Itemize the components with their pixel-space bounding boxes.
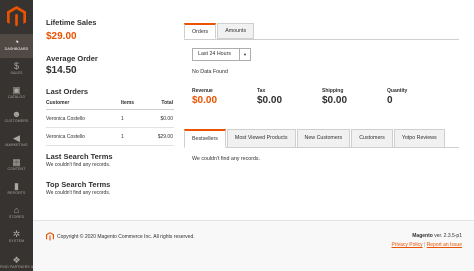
table-row[interactable]: Veronica Costello 1 $29.00 [46,127,174,146]
sidebar-item-marketing[interactable]: ◀ MARKETING [0,130,33,154]
order-items: 1 [121,127,151,146]
grid-empty-text: We couldn't find any records. [192,156,261,162]
order-customer: Veronica Costello [46,109,121,128]
lifetime-sales-label: Lifetime Sales [46,18,97,27]
tab-amounts[interactable]: Amounts [217,23,255,39]
metric-shipping: Shipping $0.00 [322,88,347,106]
tab-yotpo-reviews[interactable]: Yotpo Reviews [393,129,445,148]
last-orders-table: Customer Items Total Veronica Costello 1… [46,98,174,146]
metric-quantity: Quantity 0 [387,88,407,106]
metric-tax: Tax $0.00 [257,88,282,106]
column-header-total: Total [151,98,174,110]
grid-tabs: Bestsellers Most Viewed Products New Cus… [184,129,446,148]
metric-label: Revenue [192,88,213,94]
table-header-row: Customer Items Total [46,98,174,110]
sidebar-item-sales[interactable]: $ SALES [0,58,33,82]
sidebar-item-label: CONTENT [7,167,26,171]
last-search-terms-empty: We couldn't find any records. [46,162,111,168]
metric-label: Quantity [387,88,408,94]
last-search-terms-title: Last Search Terms [46,152,113,161]
copyright-text: Copyright © 2020 Magento Commerce Inc. A… [57,234,195,240]
footer-link-separator: | [423,242,426,248]
top-search-terms-title: Top Search Terms [46,180,111,189]
person-icon: ☻ [11,109,22,119]
magento-logo-icon[interactable] [7,6,26,27]
dashboard-icon: ◔ [13,37,20,47]
sidebar-item-stores[interactable]: ⌂ STORES [0,202,33,226]
metric-value: $0.00 [322,95,348,106]
sidebar-item-label: STORES [8,215,25,219]
sidebar-item-customers[interactable]: ☻ CUSTOMERS [0,106,33,130]
cube-icon: ▣ [12,85,21,95]
footer-links: Privacy Policy | Report an Issue [391,242,462,248]
last-orders-title: Last Orders [46,87,89,96]
dollar-icon: $ [13,61,19,71]
metric-value: 0 [387,95,393,106]
no-data-text: No Data Found [192,69,228,75]
chevron-down-icon[interactable]: ▼ [239,49,250,60]
metric-revenue: Revenue $0.00 [192,88,217,106]
version-number: ver. 2.3.5-p1 [432,233,462,239]
last-orders-table-wrap: Customer Items Total Veronica Costello 1… [46,98,174,146]
sidebar-item-label: SALES [10,71,23,75]
tab-orders[interactable]: Orders [184,23,217,39]
magento-brand: Magento [412,233,433,239]
metric-label: Tax [257,88,266,94]
bar-chart-icon: ▮ [14,181,19,191]
order-items: 1 [121,109,151,128]
order-total: $29.00 [151,127,174,146]
table-row[interactable]: Veronica Costello 1 $0.00 [46,109,174,128]
tab-new-customers[interactable]: New Customers [296,129,351,148]
sidebar-item-label: REPORTS [7,191,26,195]
content-icon: ▦ [12,157,21,167]
sidebar-item-content[interactable]: ▦ CONTENT [0,154,33,178]
sidebar-item-label: DASHBOARD [4,47,29,51]
order-total: $0.00 [151,109,174,128]
sidebar-item-system[interactable]: ✲ SYSTEM [0,226,33,250]
sidebar-item-find-partners-extensions[interactable]: ❖FIND PARTNERS & EXTENSIONS [0,252,33,271]
metric-value: $0.00 [192,95,218,106]
tab-most-viewed-products[interactable]: Most Viewed Products [226,129,296,148]
metric-label: Shipping [322,88,344,94]
store-icon: ⌂ [13,205,20,215]
period-select-value: Last 24 Hours [198,51,231,57]
metric-value: $0.00 [257,95,283,106]
chart-tabs: Orders Amounts [184,23,255,39]
magento-footer-logo-icon [46,232,54,241]
period-select[interactable]: Last 24 Hours ▼ [192,48,251,61]
megaphone-icon: ◀ [13,133,20,143]
lifetime-sales-value: $29.00 [46,31,77,42]
sidebar-item-catalog[interactable]: ▣ CATALOG [0,82,33,106]
tab-bestsellers[interactable]: Bestsellers [184,129,226,148]
column-header-items: Items [121,98,151,110]
top-search-terms-empty: We couldn't find any records. [46,190,111,196]
average-order-label: Average Order [46,54,98,63]
sidebar-item-label: FIND PARTNERS & EXTENSIONS [0,265,33,269]
sidebar-item-label: MARKETING [5,143,28,147]
sidebar-item-label: CUSTOMERS [4,119,29,123]
average-order-value: $14.50 [46,65,77,76]
sidebar-item-label: CATALOG [7,95,26,99]
privacy-policy-link[interactable]: Privacy Policy [391,242,422,248]
gear-icon: ✲ [12,229,21,239]
sidebar-item-label: SYSTEM [8,239,25,243]
tab-customers[interactable]: Customers [351,129,393,148]
puzzle-icon: ❖ [12,255,21,265]
chart-tabs-divider [184,39,459,40]
sidebar-item-dashboard[interactable]: ◔ DASHBOARD [0,34,33,58]
sidebar-item-reports[interactable]: ▮ REPORTS [0,178,33,202]
version-text: Magento ver. 2.3.5-p1 [412,233,462,239]
column-header-customer: Customer [46,98,121,110]
report-issue-link[interactable]: Report an Issue [427,242,462,248]
order-customer: Veronica Costello [46,127,121,146]
